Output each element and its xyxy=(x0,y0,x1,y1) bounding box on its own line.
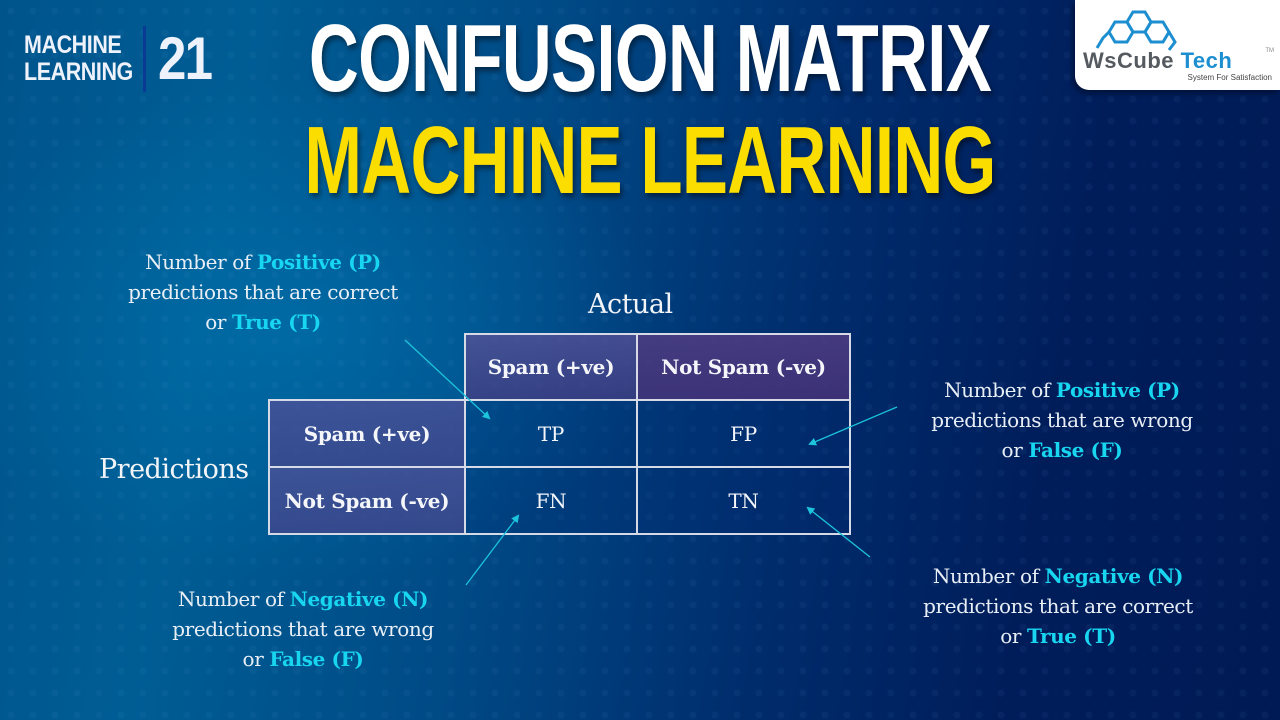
row-header-not-spam: Not Spam (-ve) xyxy=(268,466,466,535)
logo-brand-wscube: WsCube xyxy=(1083,48,1174,73)
actual-axis-label: Actual xyxy=(588,289,673,320)
note-text: or xyxy=(205,310,232,334)
note-text: Number of xyxy=(145,250,257,274)
wscube-tech-logo: WsCube Tech TM System For Satisfaction xyxy=(1075,0,1280,90)
logo-tagline: System For Satisfaction xyxy=(1187,73,1272,82)
cell-true-negative: TN xyxy=(636,466,851,535)
cell-false-negative: FN xyxy=(464,466,638,535)
note-false-positive: Number of Positive (P) predictions that … xyxy=(902,375,1222,465)
note-text: predictions that are correct xyxy=(923,594,1193,618)
title-line2: MACHINE LEARNING xyxy=(304,107,996,214)
note-text: predictions that are wrong xyxy=(172,617,434,641)
note-keyword-positive: Positive (P) xyxy=(256,250,381,274)
series-name: MACHINE LEARNING xyxy=(24,32,133,86)
series-divider xyxy=(142,26,146,92)
cell-true-positive: TP xyxy=(464,399,638,468)
note-text: or xyxy=(1000,624,1027,648)
logo-brand-tech: Tech xyxy=(1180,48,1233,73)
logo-brand: WsCube Tech xyxy=(1083,48,1232,74)
note-text: Number of xyxy=(932,564,1045,588)
note-true-negative: Number of Negative (N) predictions that … xyxy=(898,561,1218,651)
note-keyword-false: False (F) xyxy=(269,647,364,671)
series-name-line2: LEARNING xyxy=(24,58,133,86)
note-true-positive: Number of Positive (P) predictions that … xyxy=(98,247,428,337)
note-false-negative: Number of Negative (N) predictions that … xyxy=(140,584,466,674)
note-keyword-true: True (T) xyxy=(1026,624,1116,648)
note-keyword-positive: Positive (P) xyxy=(1055,378,1180,402)
note-text: or xyxy=(1001,438,1029,462)
hexagon-logo-icon xyxy=(1095,10,1177,51)
note-text: Number of xyxy=(944,378,1056,402)
note-keyword-negative: Negative (N) xyxy=(289,587,429,611)
note-text: or xyxy=(242,647,270,671)
note-text: predictions that are correct xyxy=(128,280,398,304)
cell-false-positive: FP xyxy=(636,399,851,468)
note-text: Number of xyxy=(177,587,290,611)
note-text: predictions that are wrong xyxy=(931,408,1193,432)
note-keyword-true: True (T) xyxy=(231,310,321,334)
predictions-axis-label: Predictions xyxy=(99,454,249,485)
note-keyword-negative: Negative (N) xyxy=(1044,564,1184,588)
column-header-not-spam: Not Spam (-ve) xyxy=(636,333,851,401)
row-header-spam: Spam (+ve) xyxy=(268,399,466,468)
title-line1: CONFUSION MATRIX xyxy=(308,5,992,112)
logo-trademark: TM xyxy=(1265,48,1274,54)
series-name-line1: MACHINE xyxy=(24,31,122,59)
note-keyword-false: False (F) xyxy=(1028,438,1123,462)
column-header-spam: Spam (+ve) xyxy=(464,333,638,401)
